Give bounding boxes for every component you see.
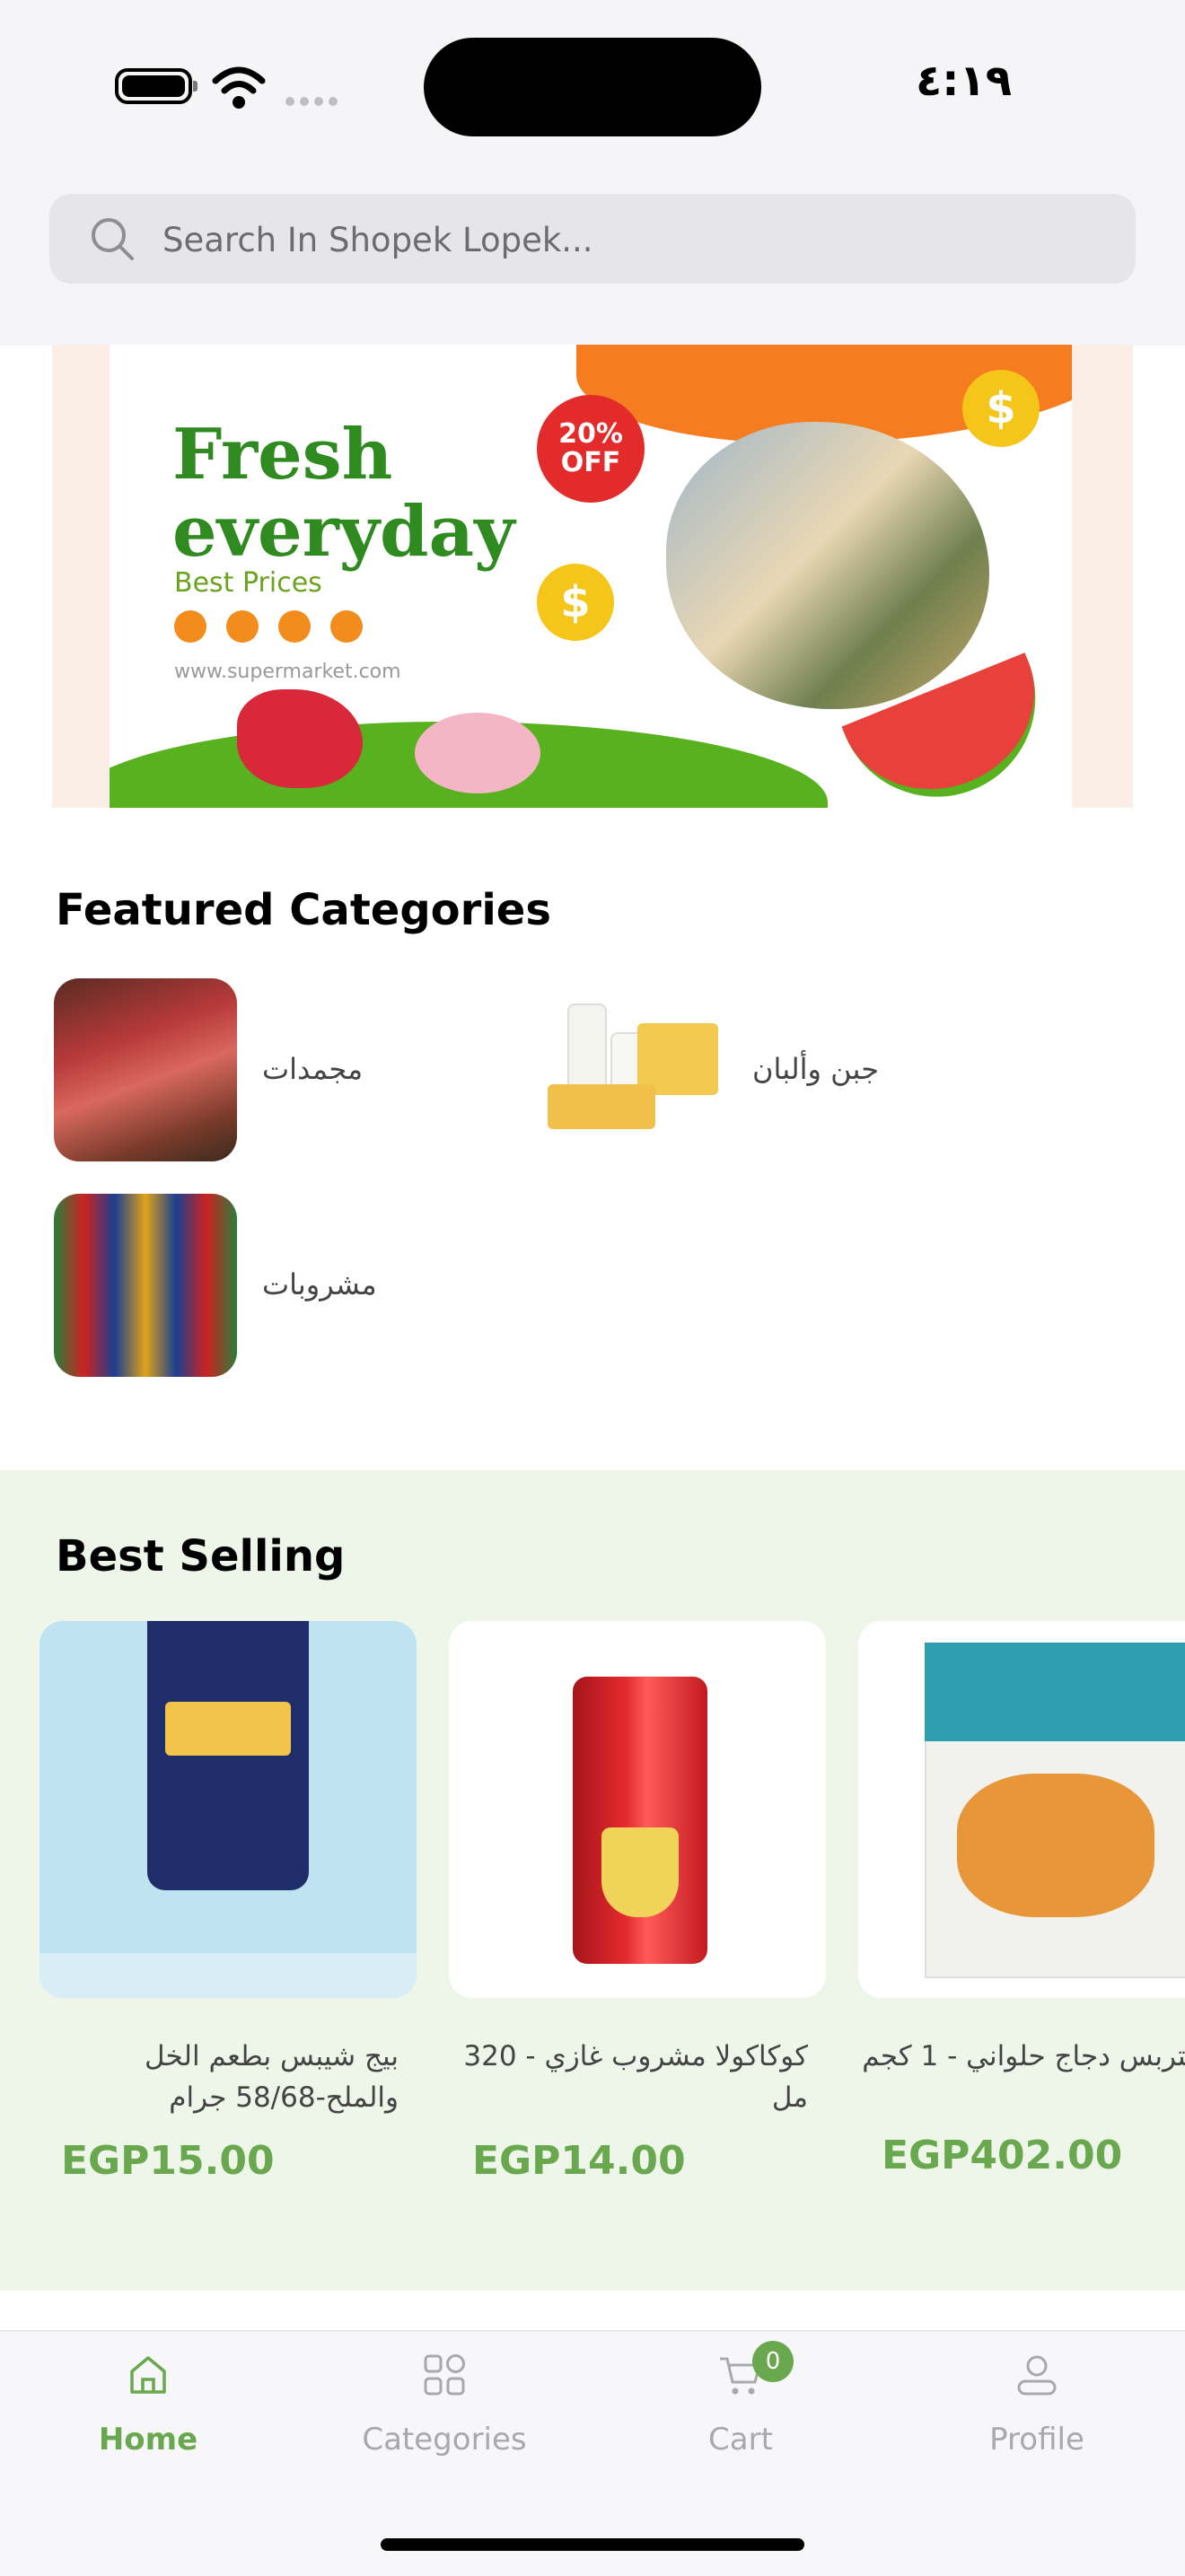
product-price: EGP14.00 (472, 2138, 686, 2184)
banner-title-line1: Fresh (172, 414, 393, 495)
tab-cart[interactable]: 0 Cart (592, 2332, 889, 2502)
dollar-coin-icon: $ (537, 564, 614, 641)
product-card[interactable]: كوكاكولا مشروب غازي - 320 مل EGP14.00 (449, 1621, 830, 2195)
category-image-frozen (54, 978, 237, 1161)
product-name: استربس دجاج حلواني - 1 كجم (862, 2040, 1185, 2072)
product-card[interactable]: بيج شيبس بطعم الخل والملح-58/68 جرام EGP… (40, 1621, 420, 2195)
search-icon (92, 218, 134, 260)
category-item-dairy[interactable]: جبن وألبان (544, 978, 993, 1161)
tab-label: Profile (989, 2422, 1084, 2458)
meat-illustration (237, 689, 363, 788)
social-icons (174, 610, 363, 643)
home-indicator (381, 2538, 804, 2551)
status-time: ٤:١٩ (916, 56, 1013, 106)
shopper-photo (666, 422, 989, 709)
category-item-frozen[interactable]: مجمدات (54, 978, 503, 1161)
discount-badge: 20% OFF (537, 395, 645, 503)
product-price: EGP402.00 (882, 2133, 1123, 2178)
banner-subtitle: Best Prices (174, 567, 322, 599)
best-selling-title: Best Selling (56, 1531, 346, 1582)
banner-url: www.supermarket.com (174, 661, 401, 683)
header: ٤:١٩ (0, 0, 1185, 346)
cart-count-badge: 0 (752, 2341, 794, 2382)
category-label: مجمدات (262, 1052, 364, 1086)
twitter-icon (278, 610, 311, 643)
search-input[interactable] (161, 212, 1098, 267)
promo-banner[interactable]: Fresh everyday Best Prices www.supermark… (52, 345, 1133, 808)
product-price: EGP15.00 (61, 2138, 275, 2184)
product-image (449, 1621, 826, 1998)
home-icon (130, 2356, 166, 2394)
product-name: كوكاكولا مشروب غازي - 320 مل (463, 2040, 808, 2114)
facebook-icon (226, 610, 259, 643)
dynamic-island (424, 38, 761, 136)
dollar-coin-icon: $ (962, 370, 1040, 447)
whatsapp-icon (330, 610, 363, 643)
banner-title: Fresh everyday (172, 416, 514, 571)
instagram-icon (174, 610, 206, 643)
battery-icon (115, 68, 198, 104)
category-label: جبن وألبان (752, 1052, 879, 1086)
chicken-illustration (415, 713, 540, 793)
featured-categories-title: Featured Categories (56, 885, 551, 935)
tab-label: Home (98, 2422, 198, 2458)
banner-title-line2: everyday (172, 491, 515, 573)
product-image (858, 1621, 1185, 1998)
discount-off: OFF (560, 447, 621, 478)
tab-label: Categories (362, 2422, 527, 2458)
product-name: بيج شيبس بطعم الخل والملح-58/68 جرام (145, 2040, 399, 2114)
category-item-drinks[interactable]: مشروبات (54, 1194, 503, 1377)
category-image-dairy (544, 978, 727, 1161)
discount-percent: 20% (558, 418, 623, 450)
category-label: مشروبات (262, 1267, 377, 1301)
category-image-drinks (54, 1194, 237, 1377)
wifi-icon (212, 66, 266, 109)
product-card[interactable]: استربس دجاج حلواني - 1 كجم EGP402.00 (858, 1621, 1185, 2195)
tab-categories[interactable]: Categories (296, 2332, 592, 2502)
product-image (40, 1621, 417, 1998)
tab-profile[interactable]: Profile (889, 2332, 1185, 2502)
cellular-signal-icon (285, 97, 338, 106)
categories-icon (424, 2354, 465, 2396)
profile-icon (1017, 2355, 1057, 2396)
tab-home[interactable]: Home (0, 2332, 296, 2502)
search-bar[interactable] (49, 194, 1136, 284)
tab-label: Cart (708, 2422, 773, 2458)
banner-artwork: Fresh everyday Best Prices www.supermark… (110, 345, 1072, 808)
best-selling-section: Best Selling بيج شيبس بطعم الخل والملح-5… (0, 1470, 1185, 2291)
